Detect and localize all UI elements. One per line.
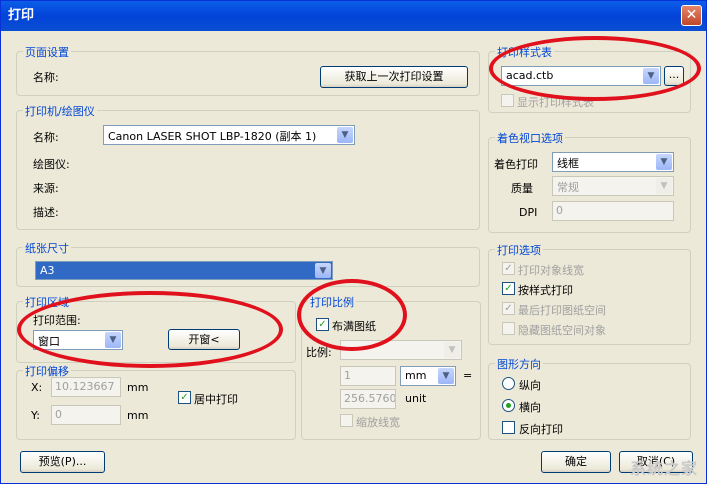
shaded-viewport-group: 着色视口选项 着色打印 线框 ▼ 质量 常规 ▼ DPI 0 <box>488 130 691 233</box>
page-setup-group: 页面设置 名称: 获取上一次打印设置 <box>16 44 480 96</box>
title-bar: 打印 <box>1 1 706 31</box>
reverse-plot-label: 反向打印 <box>519 423 563 436</box>
watermark-text: 系统之家 <box>629 459 698 478</box>
plot-range-select[interactable]: 窗口 ▼ <box>33 330 123 350</box>
offset-y-unit: mm <box>127 409 149 422</box>
close-button[interactable]: ✕ <box>681 5 702 26</box>
paper-size-value: A3 <box>40 264 55 277</box>
scale-select[interactable]: ▼ <box>340 340 462 360</box>
printer-select[interactable]: Canon LASER SHOT LBP-1820 (副本 1) ▼ <box>103 125 355 145</box>
printer-group: 打印机/绘图仪 名称: Canon LASER SHOT LBP-1820 (副… <box>16 103 480 230</box>
offset-x-unit: mm <box>127 381 149 394</box>
chevron-down-icon: ▼ <box>444 342 460 358</box>
plot-paperspace-last-label: 最后打印图纸空间 <box>518 304 606 317</box>
printer-label: 打印机/绘图仪 <box>23 103 97 119</box>
plot-options-label: 打印选项 <box>495 242 543 258</box>
scale-value-2[interactable]: 256.5760 <box>340 389 396 409</box>
preview-button[interactable]: 预览(P)... <box>20 451 105 473</box>
offset-y-field[interactable]: 0 <box>51 405 121 425</box>
display-styles-label: 显示打印样式表 <box>517 96 594 109</box>
offset-y-label: Y: <box>31 409 40 422</box>
fit-to-paper-label: 布满图纸 <box>332 320 376 333</box>
dpi-field[interactable]: 0 <box>552 201 674 221</box>
plot-style-label: 打印样式表 <box>495 44 554 60</box>
plot-style-select[interactable]: acad.ctb ▼ <box>501 66 661 86</box>
plot-range-label: 打印范围: <box>33 314 81 327</box>
paper-size-label: 纸张尺寸 <box>23 240 71 256</box>
portrait-label: 纵向 <box>519 379 541 392</box>
plot-area-group: 打印区域 打印范围: 窗口 ▼ 开窗< <box>16 294 296 363</box>
window-pick-button[interactable]: 开窗< <box>168 329 240 350</box>
scale-unit-value: mm <box>405 369 427 382</box>
dpi-label: DPI <box>519 206 538 219</box>
page-setup-label: 页面设置 <box>23 44 71 60</box>
plot-range-value: 窗口 <box>38 335 60 348</box>
window-title: 打印 <box>8 8 35 23</box>
plot-options-group: 打印选项 ✓ 打印对象线宽 ✓ 按样式打印 ✓ 最后打印图纸空间 隐藏图纸空间对… <box>488 242 691 345</box>
quality-select[interactable]: 常规 ▼ <box>552 176 674 196</box>
offset-x-label: X: <box>31 381 43 394</box>
plot-style-group: 打印样式表 acad.ctb ▼ ... 显示打印样式表 <box>488 44 691 113</box>
plotter-label: 绘图仪: <box>33 158 70 171</box>
scale-lineweights-checkbox[interactable] <box>340 414 353 427</box>
plot-paperspace-last-checkbox[interactable]: ✓ <box>502 302 515 315</box>
scale-unit-select[interactable]: mm ▼ <box>400 366 456 386</box>
print-dialog: 打印 ✕ 页面设置 名称: 获取上一次打印设置 打印机/绘图仪 名称: Cano… <box>0 0 707 484</box>
chevron-down-icon: ▼ <box>438 368 454 384</box>
plot-with-styles-checkbox[interactable]: ✓ <box>502 282 515 295</box>
equals-sign: = <box>463 369 473 382</box>
reverse-plot-checkbox[interactable] <box>502 421 515 434</box>
shade-plot-select[interactable]: 线框 ▼ <box>552 152 674 172</box>
load-previous-button[interactable]: 获取上一次打印设置 <box>320 66 468 88</box>
chevron-down-icon: ▼ <box>656 154 672 170</box>
page-setup-name-label: 名称: <box>33 71 59 84</box>
plot-scale-group: 打印比例 ✓ 布满图纸 比例: ▼ 1 mm ▼ = 256.5760 unit… <box>301 294 481 440</box>
plot-lineweights-label: 打印对象线宽 <box>518 264 584 277</box>
orientation-label: 图形方向 <box>495 356 543 372</box>
printer-select-value: Canon LASER SHOT LBP-1820 (副本 1) <box>108 130 317 143</box>
center-plot-checkbox[interactable]: ✓ <box>178 391 191 404</box>
printer-name-label: 名称: <box>33 131 59 144</box>
fit-to-paper-checkbox[interactable]: ✓ <box>316 318 329 331</box>
shaded-viewport-label: 着色视口选项 <box>495 130 565 146</box>
orientation-group: 图形方向 纵向 横向 反向打印 <box>488 356 691 440</box>
shade-plot-label: 着色打印 <box>494 158 538 171</box>
quality-value: 常规 <box>557 181 579 194</box>
scale-unit-2: unit <box>405 392 427 405</box>
hide-paperspace-label: 隐藏图纸空间对象 <box>518 324 606 337</box>
display-styles-checkbox[interactable] <box>501 94 514 107</box>
chevron-down-icon: ▼ <box>315 263 331 278</box>
plot-scale-label: 打印比例 <box>308 294 356 310</box>
plot-with-styles-label: 按样式打印 <box>518 284 573 297</box>
chevron-down-icon: ▼ <box>337 127 353 143</box>
plot-area-label: 打印区域 <box>23 294 71 310</box>
landscape-radio[interactable] <box>502 399 515 412</box>
shade-plot-value: 线框 <box>557 157 579 170</box>
landscape-label: 横向 <box>519 401 541 414</box>
offset-x-field[interactable]: 10.123667 <box>51 377 121 397</box>
chevron-down-icon: ▼ <box>656 178 672 194</box>
plot-offset-group: 打印偏移 X: 10.123667 mm Y: 0 mm ✓ 居中打印 <box>16 363 296 440</box>
scale-value-1[interactable]: 1 <box>340 366 396 386</box>
description-label: 描述: <box>33 206 59 219</box>
chevron-down-icon: ▼ <box>105 332 121 348</box>
paper-size-group: 纸张尺寸 A3 ▼ <box>16 240 480 287</box>
scale-lineweights-label: 缩放线宽 <box>356 416 400 429</box>
paper-size-select[interactable]: A3 ▼ <box>35 261 333 280</box>
chevron-down-icon: ▼ <box>643 68 659 84</box>
ok-button[interactable]: 确定 <box>541 451 611 473</box>
plot-style-value: acad.ctb <box>506 69 554 82</box>
quality-label: 质量 <box>511 182 533 195</box>
location-label: 来源: <box>33 182 59 195</box>
plot-lineweights-checkbox[interactable]: ✓ <box>502 262 515 275</box>
center-plot-label: 居中打印 <box>194 393 238 406</box>
scale-label: 比例: <box>306 346 332 359</box>
hide-paperspace-checkbox[interactable] <box>502 322 515 335</box>
plot-style-browse-button[interactable]: ... <box>664 66 684 86</box>
portrait-radio[interactable] <box>502 377 515 390</box>
